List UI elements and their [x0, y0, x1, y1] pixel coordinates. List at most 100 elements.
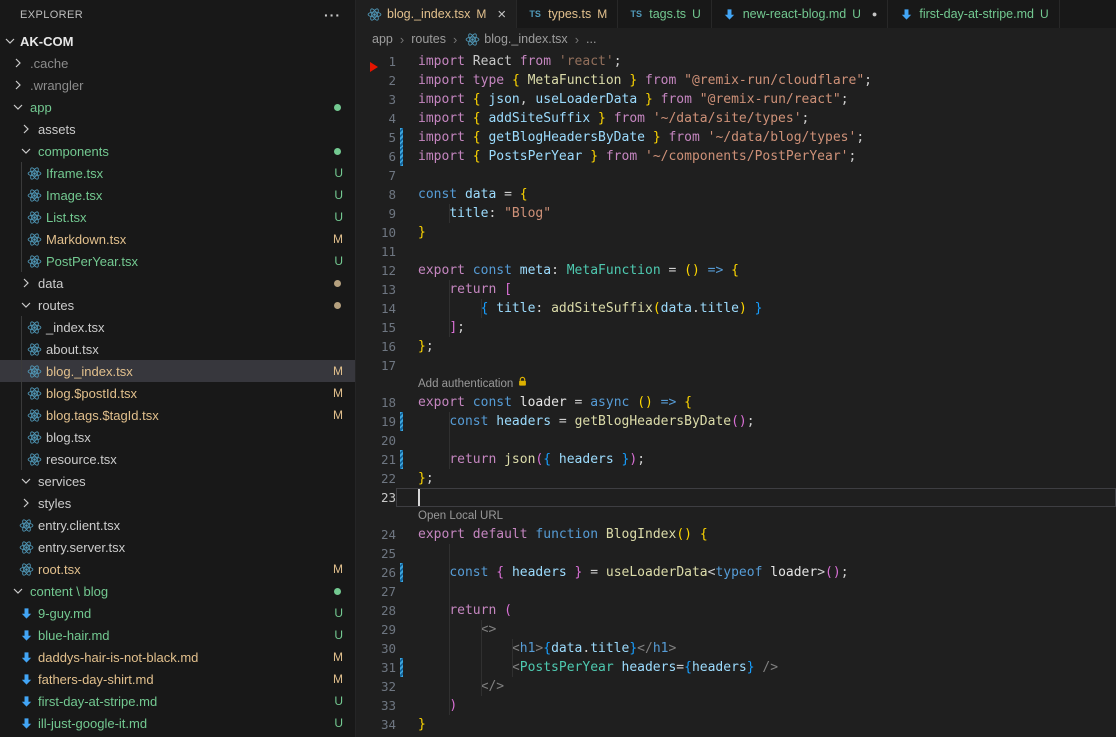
code-line-21[interactable]: 21 return json({ headers }); [356, 450, 1116, 469]
code-line-18[interactable]: 18export const loader = async () => { [356, 393, 1116, 412]
line-number: 16 [356, 337, 396, 356]
code-line-27[interactable]: 27 [356, 582, 1116, 601]
code-line-6[interactable]: 6import { PostsPerYear } from '~/compone… [356, 147, 1116, 166]
gutter-space [396, 677, 408, 696]
code-line-33[interactable]: 33 ) [356, 696, 1116, 715]
tree-file-entry.client.tsx[interactable]: entry.client.tsx [0, 514, 355, 536]
tree-folder-assets[interactable]: assets [0, 118, 355, 140]
codelens-action[interactable]: Add authentication [356, 375, 1116, 393]
tree-file-markdown.tsx[interactable]: Markdown.tsxM [0, 228, 355, 250]
code-line-16[interactable]: 16}; [356, 337, 1116, 356]
line-number: 13 [356, 280, 396, 299]
tree-folder-services[interactable]: services [0, 470, 355, 492]
tree-file-ill-just-google-it.md[interactable]: ill-just-google-it.mdU [0, 712, 355, 734]
tree-file-9-guy.md[interactable]: 9-guy.mdU [0, 602, 355, 624]
tree-folder-routes[interactable]: routes [0, 294, 355, 316]
code-line-17[interactable]: 17 [356, 356, 1116, 375]
code-line-32[interactable]: 32 </> [356, 677, 1116, 696]
tab-blog._index.tsx[interactable]: blog._index.tsxM× [356, 0, 517, 28]
code-editor[interactable]: 1import React from 'react';2import type … [356, 50, 1116, 737]
tree-file-fathers-day-shirt.md[interactable]: fathers-day-shirt.mdM [0, 668, 355, 690]
tree-file-root.tsx[interactable]: root.tsxM [0, 558, 355, 580]
code-line-2[interactable]: 2import type { MetaFunction } from "@rem… [356, 71, 1116, 90]
tree-root-folder[interactable]: AK-COM [0, 30, 355, 52]
code-line-1[interactable]: 1import React from 'react'; [356, 52, 1116, 71]
tree-file-entry.server.tsx[interactable]: entry.server.tsx [0, 536, 355, 558]
tree-file-blue-hair.md[interactable]: blue-hair.mdU [0, 624, 355, 646]
tree-folder-styles[interactable]: styles [0, 492, 355, 514]
code-line-14[interactable]: 14 { title: addSiteSuffix(data.title) } [356, 299, 1116, 318]
lock-icon [517, 375, 528, 394]
breadcrumb-item-app[interactable]: app [372, 32, 393, 46]
code-line-20[interactable]: 20 [356, 431, 1116, 450]
file-label: List.tsx [46, 210, 86, 225]
breadcrumb-item-routes[interactable]: routes [411, 32, 446, 46]
code-line-30[interactable]: 30 <h1>{data.title}</h1> [356, 639, 1116, 658]
git-status-dot [334, 302, 341, 309]
code-line-9[interactable]: 9 title: "Blog" [356, 204, 1116, 223]
code-line-23[interactable]: 23 [356, 488, 1116, 507]
code-line-7[interactable]: 7 [356, 166, 1116, 185]
react-icon [26, 451, 42, 467]
tree-folder-.cache[interactable]: .cache [0, 52, 355, 74]
code-line-8[interactable]: 8const data = { [356, 185, 1116, 204]
tree-file-daddys-hair-is-not-black.md[interactable]: daddys-hair-is-not-black.mdM [0, 646, 355, 668]
codelens-action[interactable]: Open Local URL [356, 507, 1116, 525]
tree-folder-data[interactable]: data [0, 272, 355, 294]
tree-file-about.tsx[interactable]: about.tsx [0, 338, 355, 360]
code-line-28[interactable]: 28 return ( [356, 601, 1116, 620]
code-line-34[interactable]: 34} [356, 715, 1116, 734]
typescript-icon: TS [628, 6, 644, 22]
code-line-13[interactable]: 13 return [ [356, 280, 1116, 299]
indent [0, 679, 18, 680]
react-icon [26, 429, 42, 445]
code-text: const { headers } = useLoaderData<typeof… [408, 563, 1116, 582]
code-line-22[interactable]: 22}; [356, 469, 1116, 488]
tree-folder-content-blog[interactable]: content \ blog [0, 580, 355, 602]
tree-file-first-day-at-stripe.md[interactable]: first-day-at-stripe.mdU [0, 690, 355, 712]
code-line-10[interactable]: 10} [356, 223, 1116, 242]
tree-folder-.wrangler[interactable]: .wrangler [0, 74, 355, 96]
breadcrumb-item-file[interactable]: blog._index.tsx [464, 31, 567, 47]
tree-file-blog.$postid.tsx[interactable]: blog.$postId.tsxM [0, 382, 355, 404]
code-line-31[interactable]: 31 <PostsPerYear headers={headers} /> [356, 658, 1116, 677]
code-line-12[interactable]: 12export const meta: MetaFunction = () =… [356, 261, 1116, 280]
code-line-26[interactable]: 26 const { headers } = useLoaderData<typ… [356, 563, 1116, 582]
tree-file-image.tsx[interactable]: Image.tsxU [0, 184, 355, 206]
code-line-15[interactable]: 15 ]; [356, 318, 1116, 337]
indent [0, 349, 26, 350]
tree-file-blog.tsx[interactable]: blog.tsx [0, 426, 355, 448]
code-line-3[interactable]: 3import { json, useLoaderData } from "@r… [356, 90, 1116, 109]
tree-file-iframe.tsx[interactable]: Iframe.tsxU [0, 162, 355, 184]
code-line-24[interactable]: 24export default function BlogIndex() { [356, 525, 1116, 544]
code-text: import { json, useLoaderData } from "@re… [408, 90, 1116, 109]
tab-first-day-at-stripe.md[interactable]: first-day-at-stripe.mdU [888, 0, 1059, 28]
code-line-5[interactable]: 5import { getBlogHeadersByDate } from '~… [356, 128, 1116, 147]
code-text: ]; [408, 318, 1116, 337]
line-number: 32 [356, 677, 396, 696]
gutter-marker-icon [370, 62, 378, 72]
tree-file-list.tsx[interactable]: List.tsxU [0, 206, 355, 228]
explorer-header: EXPLORER ··· [0, 0, 355, 30]
tree-folder-app[interactable]: app [0, 96, 355, 118]
tree-file-_index.tsx[interactable]: _index.tsx [0, 316, 355, 338]
code-line-19[interactable]: 19 const headers = getBlogHeadersByDate(… [356, 412, 1116, 431]
tree-file-blog.tags.$tagid.tsx[interactable]: blog.tags.$tagId.tsxM [0, 404, 355, 426]
file-label: Image.tsx [46, 188, 102, 203]
tree-folder-components[interactable]: components [0, 140, 355, 162]
code-text [408, 242, 1116, 261]
tree-file-postperyear.tsx[interactable]: PostPerYear.tsxU [0, 250, 355, 272]
code-line-11[interactable]: 11 [356, 242, 1116, 261]
tab-tags.ts[interactable]: TStags.tsU [618, 0, 712, 28]
tab-label: blog._index.tsx [387, 7, 470, 21]
code-line-25[interactable]: 25 [356, 544, 1116, 563]
tab-types.ts[interactable]: TStypes.tsM [517, 0, 618, 28]
code-line-29[interactable]: 29 <> [356, 620, 1116, 639]
tab-new-react-blog.md[interactable]: new-react-blog.mdU● [712, 0, 889, 28]
tree-file-blog._index.tsx[interactable]: blog._index.tsxM [0, 360, 355, 382]
close-icon[interactable]: × [497, 7, 506, 22]
breadcrumb-overflow[interactable]: ... [586, 32, 596, 46]
code-line-4[interactable]: 4import { addSiteSuffix } from '~/data/s… [356, 109, 1116, 128]
tree-file-resource.tsx[interactable]: resource.tsx [0, 448, 355, 470]
more-actions-icon[interactable]: ··· [324, 7, 341, 23]
